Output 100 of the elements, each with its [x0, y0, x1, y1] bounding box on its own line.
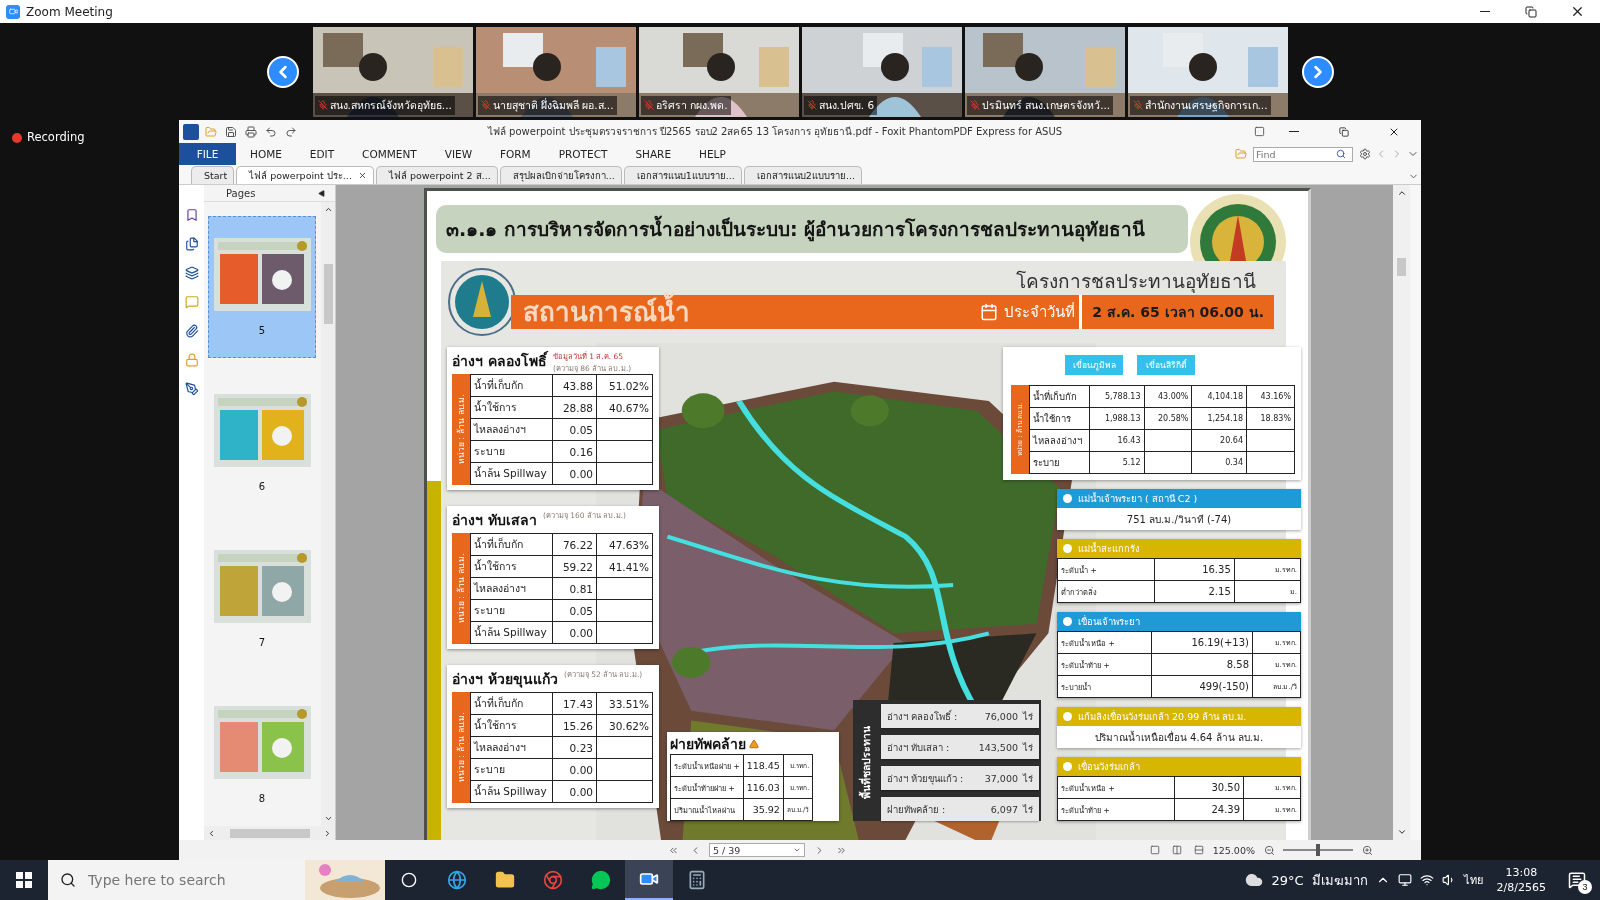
table-cell: 41.41%	[596, 555, 653, 578]
menu-tab[interactable]: PROTECT	[544, 143, 622, 165]
menu-tab[interactable]: FORM	[486, 143, 545, 165]
network-icon[interactable]	[1419, 873, 1434, 887]
zoom-out-icon	[1263, 844, 1275, 856]
signature-button[interactable]	[183, 381, 200, 397]
recording-dot-icon	[12, 133, 22, 143]
page-thumbnail[interactable]: 6	[208, 372, 316, 514]
notifications-button[interactable]: 3	[1560, 860, 1594, 900]
notification-count: 3	[1578, 880, 1592, 894]
table-cell: 0.16	[552, 440, 597, 463]
chevron-left-icon	[207, 828, 216, 838]
document-tab[interactable]: เอกสารแนบ2แบบราย...	[743, 166, 862, 184]
page-thumbnail[interactable]: 5	[208, 216, 316, 358]
settings-icon	[1359, 148, 1371, 160]
table-cell: 43.00%	[1144, 385, 1192, 408]
scrollbar-thumb[interactable]	[323, 264, 333, 324]
video-tile[interactable]: สนง.สหกรณ์จังหวัดอุทัยธ...	[312, 26, 473, 117]
page-thumbnail[interactable]: 7	[208, 528, 316, 670]
table-cell: 24.39	[1174, 798, 1244, 821]
table-cell: 5.12	[1089, 451, 1144, 474]
columns-icon	[1171, 845, 1182, 855]
menu-tab[interactable]: EDIT	[295, 143, 349, 165]
weir-name: ฝายทัพคล้าย	[670, 735, 746, 754]
close-icon[interactable]	[357, 171, 367, 180]
document-tab[interactable]: Start	[191, 166, 235, 184]
table-cell: 1,254.18	[1192, 407, 1247, 430]
find-input[interactable]: Find	[1256, 148, 1336, 160]
table-cell: ระบาย	[470, 440, 553, 463]
menu-tab[interactable]: HELP	[685, 143, 740, 165]
layers-button[interactable]	[183, 265, 200, 281]
vertical-scrollbar[interactable]	[321, 202, 335, 826]
menu-tab[interactable]: VIEW	[430, 143, 486, 165]
circle-icon	[401, 872, 417, 888]
table-cell: 30.50	[1174, 776, 1244, 799]
scrollbar-thumb[interactable]	[1397, 258, 1406, 276]
menu-tab[interactable]: SHARE	[621, 143, 686, 165]
scrollbar-thumb[interactable]	[229, 828, 310, 838]
irrigated-area-title: พื้นที่ชลประทาน	[858, 726, 873, 799]
document-tab[interactable]: สรุปผลเบิกจ่ายโครงกา...	[499, 166, 622, 184]
search-icon	[1336, 149, 1346, 159]
table-cell: น้ำที่เก็บกัก	[470, 374, 553, 397]
table-cell: น้ำล้น Spillway	[470, 780, 553, 803]
language-indicator[interactable]: ไทย	[1463, 871, 1483, 889]
menu-tab[interactable]: FILE	[179, 143, 236, 165]
unit-label: หน่วย : ล้าน ลบ.ม.	[452, 692, 470, 803]
table-cell: ระบาย	[470, 758, 553, 781]
page-field[interactable]: 5 / 39	[709, 843, 805, 857]
table-cell: 0.23	[552, 736, 597, 759]
layers-icon	[184, 266, 199, 280]
menu-tab[interactable]: HOME	[236, 143, 296, 165]
monitor-icon[interactable]	[1397, 873, 1412, 887]
document-tab[interactable]: ไฟล์ powerpoint 2 ส...	[375, 166, 498, 184]
search-input[interactable]: Type here to search	[86, 871, 286, 889]
table-cell: ไหลลงอ่างฯ	[1029, 429, 1090, 452]
video-app-button[interactable]	[625, 860, 673, 900]
clock[interactable]: 13:08 2/8/2565	[1496, 865, 1546, 895]
table-cell: 76.22	[552, 533, 597, 556]
bullet-icon	[1063, 544, 1072, 553]
horizontal-scrollbar[interactable]	[204, 826, 335, 840]
table-cell: 0.00	[552, 621, 597, 644]
security-button[interactable]	[183, 352, 200, 368]
redo-icon	[285, 125, 297, 138]
chevron-up-icon	[323, 205, 333, 214]
video-tile[interactable]: นายสุชาติ ผึ่งฉิมพลี ผอ.ส...	[475, 26, 636, 117]
page-thumbnail[interactable]: 8	[208, 684, 316, 826]
next-participants-button[interactable]	[1301, 55, 1334, 88]
video-tile[interactable]: สำนักงานเศรษฐกิจการเก...	[1127, 26, 1288, 117]
taskbar-search-field[interactable]: Type here to search	[48, 860, 385, 900]
attachments-button[interactable]	[183, 323, 200, 339]
table-cell: 20.64	[1192, 429, 1247, 452]
table-cell: 33.51%	[596, 692, 653, 715]
previous-participants-button[interactable]	[266, 55, 299, 88]
settings-button[interactable]	[1357, 146, 1373, 162]
table-cell: 0.05	[552, 418, 597, 441]
table-cell: 30.62%	[596, 714, 653, 737]
slider-thumb[interactable]	[1316, 844, 1320, 856]
cloud-icon	[1245, 871, 1264, 889]
find-field[interactable]: Find	[1253, 146, 1353, 162]
app-logo-icon[interactable]	[183, 123, 199, 140]
table-cell: 0.05	[552, 599, 597, 622]
date-label: ประจำวันที่	[1004, 301, 1076, 323]
save-icon	[225, 125, 237, 138]
window-title: Zoom Meeting	[26, 4, 114, 19]
video-tile[interactable]: ปรมินทร์ สนง.เกษตรจังหวั...	[964, 26, 1125, 117]
table-cell: ระบาย	[470, 599, 553, 622]
menu-tab[interactable]: COMMENT	[348, 143, 431, 165]
paperclip-icon	[184, 324, 199, 338]
vertical-scrollbar[interactable]	[1393, 185, 1410, 840]
print-button[interactable]	[243, 123, 259, 140]
video-tile[interactable]: สนง.ปศข. 6	[801, 26, 962, 117]
video-tile[interactable]: อริศรา กผง.พด.	[638, 26, 799, 117]
panel-title: Pages	[226, 187, 256, 199]
pages-button[interactable]	[183, 236, 200, 252]
table-cell: 118.45	[743, 754, 784, 777]
muted-mic-icon	[806, 100, 817, 110]
document-tab[interactable]: ไฟล์ powerpoint ประ...	[236, 166, 374, 184]
document-tab[interactable]: เอกสารแนบ1แบบราย...	[623, 166, 742, 184]
slide-heading: ๓.๑.๑ การบริหารจัดการน้ำอย่างเป็นระบบ: ผู้อำนวยการโครงการชลประทานอุทัยธานี	[436, 205, 1188, 253]
table-cell: ไหลลงอ่างฯ	[470, 418, 553, 441]
